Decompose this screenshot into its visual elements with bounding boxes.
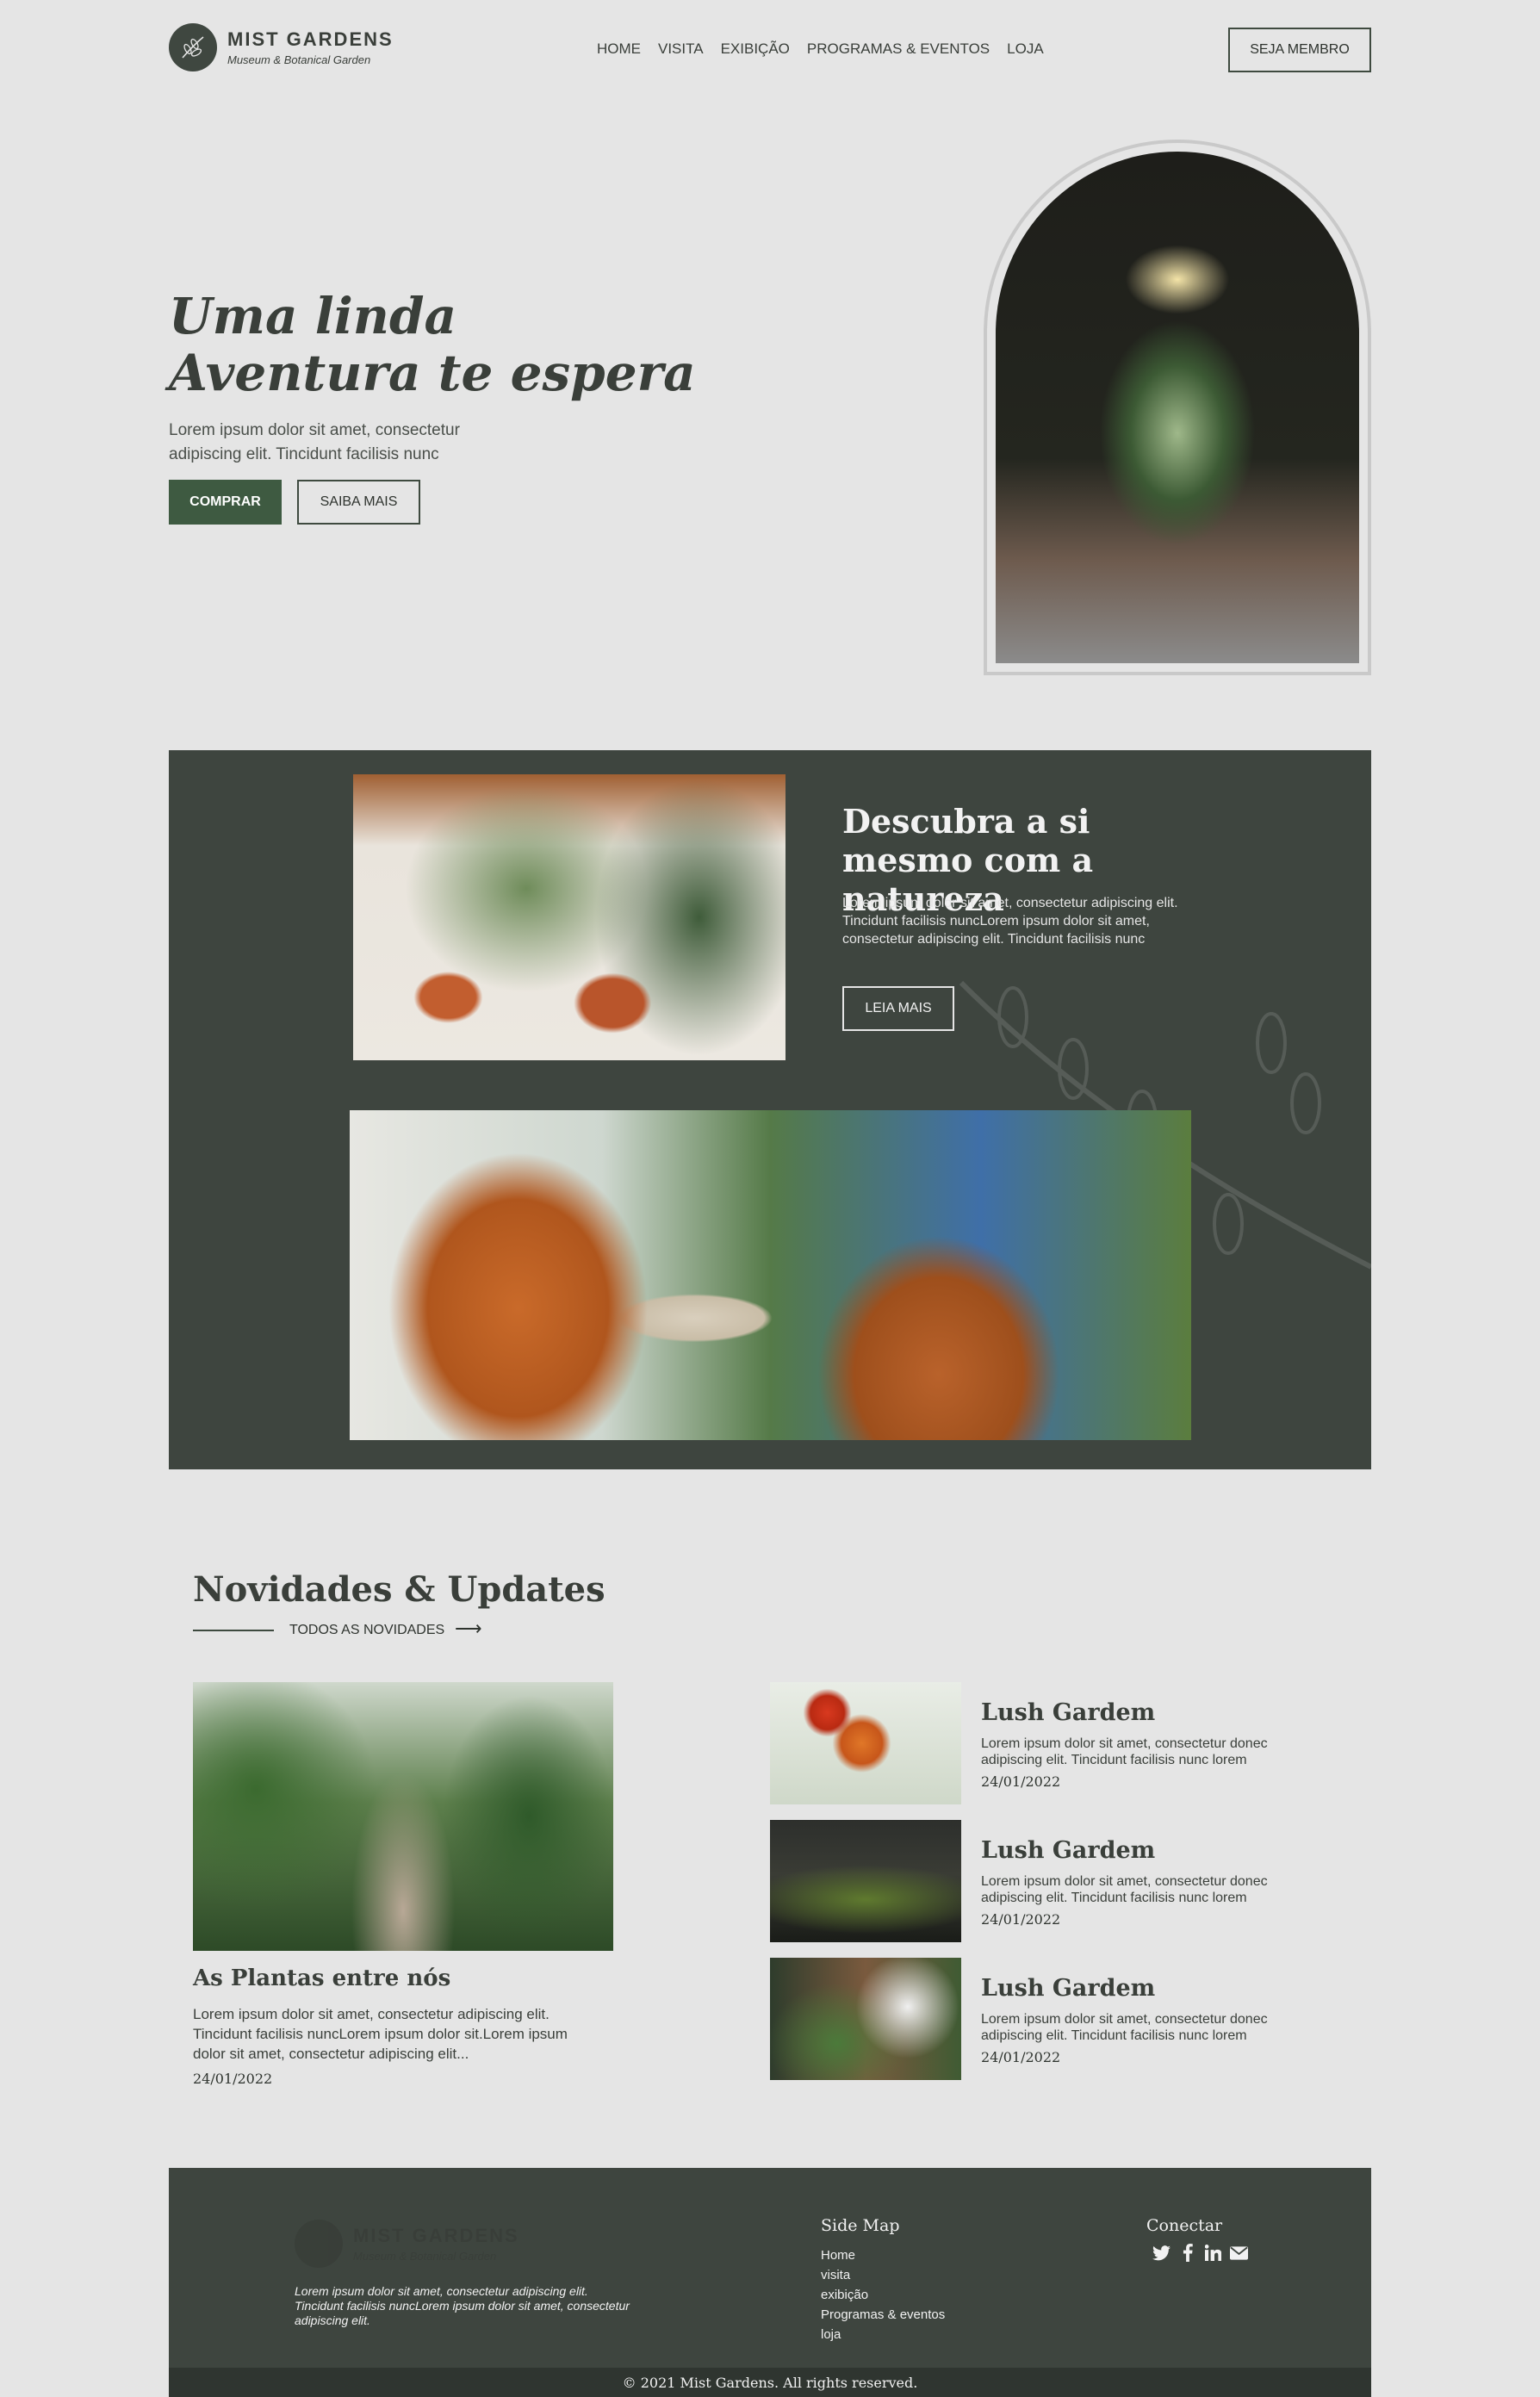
news-item-date: 24/01/2022 [981, 1911, 1061, 1928]
sitemap-link-home[interactable]: Home [821, 2245, 945, 2265]
news-divider [193, 1630, 274, 1631]
hero-title-line1: Uma linda [169, 287, 457, 345]
news-item-title: Lush Gardem [981, 1699, 1156, 1726]
hero-text: Lorem ipsum dolor sit amet, consectetur … [169, 421, 460, 463]
leaf-logo-icon [295, 2220, 343, 2268]
all-news-link[interactable]: TODOS AS NOVIDADES [289, 1623, 444, 1638]
sitemap-links: Home visita exibição Programas & eventos… [821, 2245, 945, 2344]
connect-title: Conectar [1146, 2216, 1223, 2235]
leaf-logo-icon [169, 23, 217, 71]
logo-title: MIST GARDENS [227, 28, 394, 50]
plants-shelf-photo [353, 774, 786, 1060]
news-item-text: Lorem ipsum dolor sit amet, consectetur … [981, 2012, 1268, 2043]
footer-logo-subtitle: Museum & Botanical Garden [353, 2250, 497, 2263]
site-footer: MIST GARDENS Museum & Botanical Garden L… [169, 2168, 1371, 2397]
buy-button[interactable]: COMPRAR [169, 480, 282, 525]
nav-home[interactable]: HOME [597, 40, 641, 58]
feature-section: Descubra a si mesmo com a natureza Lorem… [169, 750, 1371, 1469]
main-nav: HOME VISITA EXIBIÇÃO PROGRAMAS & EVENTOS… [597, 40, 1044, 58]
sitemap-link-programas-eventos[interactable]: Programas & eventos [821, 2305, 945, 2325]
sitemap-title: Side Map [821, 2216, 900, 2235]
email-icon[interactable] [1230, 2244, 1248, 2262]
copyright: © 2021 Mist Gardens. All rights reserved… [169, 2368, 1371, 2397]
logo-subtitle: Museum & Botanical Garden [227, 53, 371, 66]
logo[interactable]: MIST GARDENS Museum & Botanical Garden [169, 23, 394, 71]
news-item[interactable]: Lush Gardem Lorem ipsum dolor sit amet, … [770, 1958, 1287, 2080]
news-item-image [770, 1958, 961, 2080]
news-item[interactable]: Lush Gardem Lorem ipsum dolor sit amet, … [770, 1682, 1287, 1804]
featured-news-image[interactable] [193, 1682, 613, 1951]
featured-news-title[interactable]: As Plantas entre nós [193, 1965, 450, 1991]
feature-text: Lorem ipsum dolor sit amet, consectetur … [842, 896, 1178, 947]
news-item-title: Lush Gardem [981, 1975, 1156, 2002]
news-item-date: 24/01/2022 [981, 2049, 1061, 2065]
leather-chairs-photo [350, 1110, 1191, 1440]
facebook-icon[interactable] [1178, 2244, 1196, 2262]
footer-text: Lorem ipsum dolor sit amet, consectetur … [295, 2284, 630, 2327]
hero-title: Uma linda Aventura te espera [169, 288, 696, 401]
twitter-icon[interactable] [1152, 2244, 1171, 2262]
news-item[interactable]: Lush Gardem Lorem ipsum dolor sit amet, … [770, 1820, 1287, 1942]
nav-programas-eventos[interactable]: PROGRAMAS & EVENTOS [807, 40, 990, 58]
linkedin-icon[interactable] [1204, 2244, 1222, 2262]
learn-more-button[interactable]: SAIBA MAIS [297, 480, 420, 525]
news-item-image [770, 1820, 961, 1942]
sitemap-link-loja[interactable]: loja [821, 2325, 945, 2344]
site-header: MIST GARDENS Museum & Botanical Garden H… [169, 21, 1371, 78]
nav-loja[interactable]: LOJA [1007, 40, 1044, 58]
footer-logo-title: MIST GARDENS [353, 2225, 519, 2246]
news-item-date: 24/01/2022 [981, 1773, 1061, 1790]
news-item-title: Lush Gardem [981, 1837, 1156, 1864]
news-item-text: Lorem ipsum dolor sit amet, consectetur … [981, 1874, 1268, 1905]
featured-news-date: 24/01/2022 [193, 2071, 273, 2087]
news-item-image [770, 1682, 961, 1804]
news-title: Novidades & Updates [193, 1569, 605, 1610]
hero-title-line2: Aventura te espera [169, 344, 696, 402]
hero-arch-image [984, 140, 1371, 675]
footer-logo[interactable]: MIST GARDENS Museum & Botanical Garden [295, 2220, 519, 2268]
news-item-text: Lorem ipsum dolor sit amet, consectetur … [981, 1736, 1268, 1767]
featured-news-text: Lorem ipsum dolor sit amet, consectetur … [193, 2006, 568, 2062]
sitemap-link-visita[interactable]: visita [821, 2265, 945, 2285]
member-button[interactable]: SEJA MEMBRO [1228, 28, 1371, 72]
nav-visita[interactable]: VISITA [658, 40, 704, 58]
social-links [1152, 2244, 1248, 2262]
conservatory-photo [996, 152, 1359, 663]
sitemap-link-exibicao[interactable]: exibição [821, 2285, 945, 2305]
nav-exibicao[interactable]: EXIBIÇÃO [721, 40, 790, 58]
read-more-button[interactable]: LEIA MAIS [842, 986, 954, 1031]
arrow-right-icon[interactable]: ⟶ [455, 1618, 482, 1640]
